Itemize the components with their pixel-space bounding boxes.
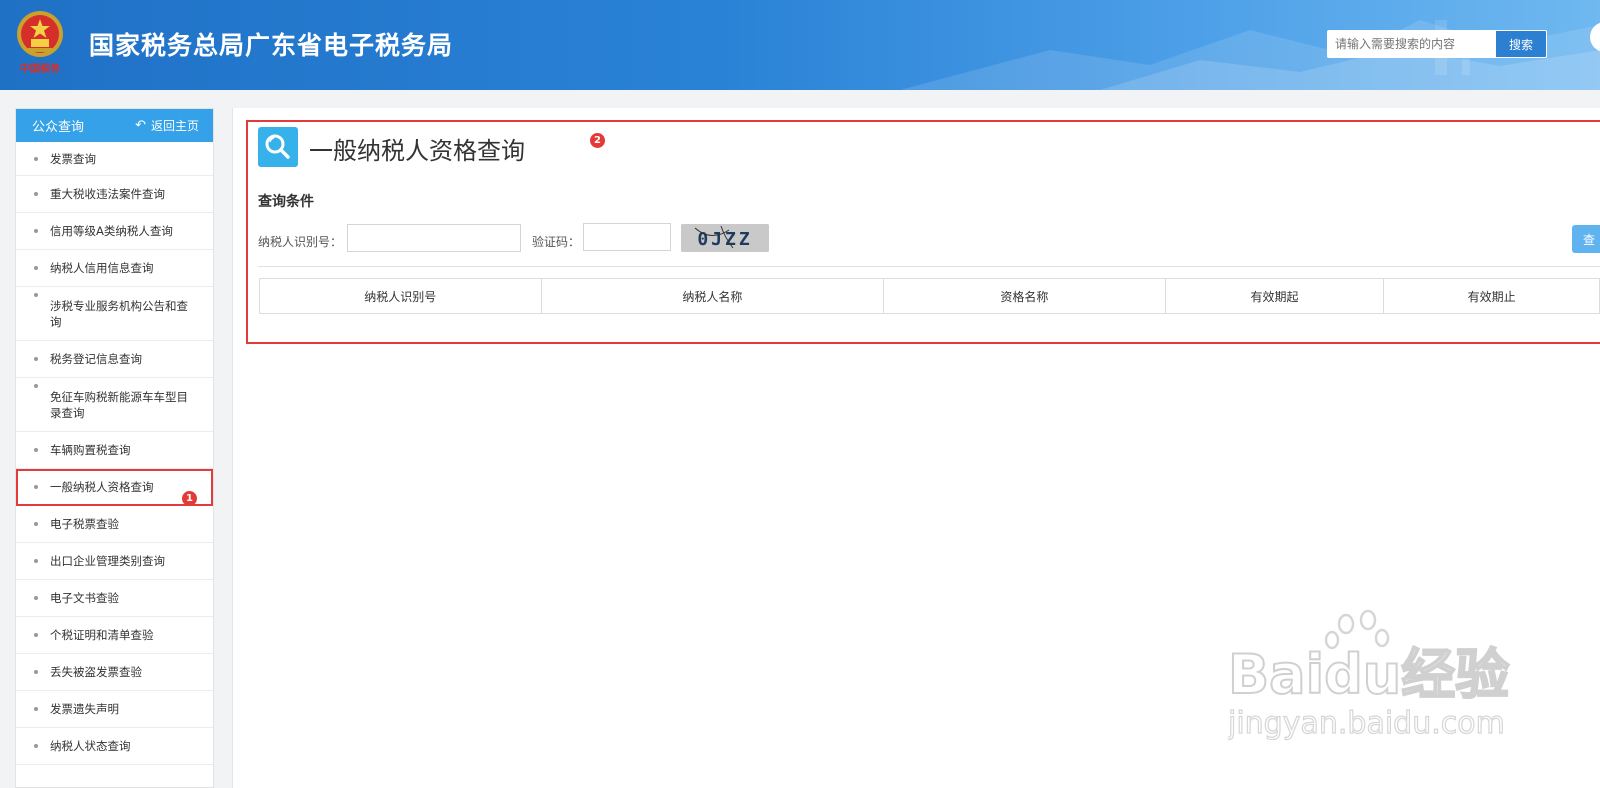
sidebar: 公众查询 ↶ 返回主页 发票查询重大税收违法案件查询 信用等级A类纳税人查询 纳税人… <box>15 108 214 788</box>
bullet-icon <box>34 384 38 388</box>
query-button[interactable]: 查 <box>1572 225 1600 253</box>
watermark-brand: Baidu经验 <box>1228 643 1509 706</box>
sidebar-item-label: 发票查询 <box>50 151 96 166</box>
captcha-input[interactable] <box>583 223 671 251</box>
annotation-badge-1: 1 <box>182 491 197 506</box>
sidebar-item[interactable]: 信用等级A类纳税人查询 <box>16 213 213 250</box>
sidebar-item-label: 车辆购置税查询 <box>50 443 131 457</box>
sidebar-item[interactable]: 纳税人信用信息查询 <box>16 250 213 287</box>
bullet-icon <box>34 357 38 361</box>
sidebar-item-label: 涉税专业服务机构公告和查询 <box>50 298 188 329</box>
sidebar-header: 公众查询 ↶ 返回主页 <box>16 109 213 142</box>
sidebar-item-label: 重大税收违法案件查询 <box>50 187 165 201</box>
sidebar-item[interactable]: 丢失被盗发票查验 <box>16 654 213 691</box>
taxpayer-id-label: 纳税人识别号： <box>258 235 343 249</box>
bullet-icon <box>34 156 38 161</box>
conditions-title: 查询条件 <box>258 194 314 210</box>
back-arrow-icon: ↶ <box>135 118 146 133</box>
captcha-image[interactable]: 0JZZ <box>681 224 769 252</box>
site-title: 国家税务总局广东省电子税务局 <box>89 31 454 60</box>
sidebar-item[interactable]: 电子税票查验 <box>16 506 213 543</box>
table-column-header: 有效期起 <box>1166 279 1385 313</box>
sidebar-item-label: 纳税人状态查询 <box>50 739 131 753</box>
sidebar-item-label: 电子税票查验 <box>50 517 119 531</box>
baidu-watermark: Baidu经验 jingyan.baidu.com <box>1228 609 1510 742</box>
search-input[interactable] <box>1327 30 1495 58</box>
sidebar-item-label: 纳税人信用信息查询 <box>50 261 154 275</box>
bullet-icon <box>34 192 38 196</box>
bullet-icon <box>34 229 38 233</box>
sidebar-item[interactable]: 税务登记信息查询 <box>16 341 213 378</box>
watermark-url: jingyan.baidu.com <box>1228 706 1505 741</box>
bullet-icon <box>34 559 38 563</box>
sidebar-item-label: 丢失被盗发票查验 <box>50 665 142 679</box>
bullet-icon <box>34 670 38 674</box>
sidebar-item[interactable]: 纳税人状态查询 <box>16 728 213 765</box>
sidebar-item-label: 一般纳税人资格查询 <box>50 480 154 494</box>
divider <box>258 266 1600 267</box>
bullet-icon <box>34 485 38 489</box>
table-column-header: 资格名称 <box>884 279 1166 313</box>
bullet-icon <box>34 522 38 526</box>
table-column-header: 有效期止 <box>1467 289 1516 304</box>
sidebar-item-label: 发票遗失声明 <box>50 702 119 716</box>
results-table-header: 纳税人识别号 纳税人名称 资格名称 有效期起 有效期止 <box>259 278 1600 314</box>
sidebar-item[interactable]: 个税证明和清单查验 <box>16 617 213 654</box>
bullet-icon <box>34 633 38 637</box>
search-icon <box>258 127 298 167</box>
bullet-icon <box>34 448 38 452</box>
sidebar-item-label: 个税证明和清单查验 <box>50 628 154 642</box>
taxpayer-id-input[interactable] <box>347 224 521 252</box>
sidebar-item[interactable]: 免征车购税新能源车车型目录查询 <box>16 378 213 432</box>
sidebar-nav: 发票查询重大税收违法案件查询 信用等级A类纳税人查询 纳税人信用信息查询涉税专业服务… <box>16 142 213 765</box>
sidebar-item[interactable]: 发票查询 <box>16 142 213 176</box>
bullet-icon <box>34 293 38 297</box>
bullet-icon <box>34 744 38 748</box>
back-home-link[interactable]: ↶ 返回主页 <box>135 117 199 134</box>
sidebar-item[interactable]: 电子文书查验 <box>16 580 213 617</box>
annotation-badge-2: 2 <box>590 133 605 148</box>
sidebar-item-label: 税务登记信息查询 <box>50 352 142 366</box>
sidebar-item-label: 出口企业管理类别查询 <box>50 554 165 568</box>
sidebar-item[interactable]: 出口企业管理类别查询 <box>16 543 213 580</box>
page-title: 一般纳税人资格查询 <box>309 137 525 165</box>
bullet-icon <box>34 596 38 600</box>
back-home-label: 返回主页 <box>150 119 199 133</box>
search-button[interactable]: 搜索 <box>1495 30 1547 58</box>
bullet-icon <box>34 266 38 270</box>
national-emblem-icon: 中国税务 <box>17 11 63 75</box>
sidebar-item-label: 免征车购税新能源车车型目录查询 <box>50 389 188 420</box>
bullet-icon <box>34 707 38 711</box>
captcha-label: 验证码： <box>532 235 581 249</box>
sidebar-item-label: 电子文书查验 <box>50 591 119 605</box>
sidebar-item[interactable]: 重大税收违法案件查询 <box>16 176 213 213</box>
site-header: 中国税务 国家税务总局广东省电子税务局 搜索 <box>0 0 1600 90</box>
sidebar-item-label: 信用等级A类纳税人查询 <box>50 224 173 238</box>
emblem-caption: 中国税务 <box>20 62 61 75</box>
sidebar-item[interactable]: 发票遗失声明 <box>16 691 213 728</box>
table-column-header: 纳税人名称 <box>542 279 885 313</box>
table-column-header: 纳税人识别号 <box>260 279 542 313</box>
sidebar-title: 公众查询 <box>32 120 85 135</box>
sidebar-item[interactable]: 车辆购置税查询 <box>16 432 213 469</box>
sidebar-item[interactable]: 涉税专业服务机构公告和查询 <box>16 287 213 341</box>
